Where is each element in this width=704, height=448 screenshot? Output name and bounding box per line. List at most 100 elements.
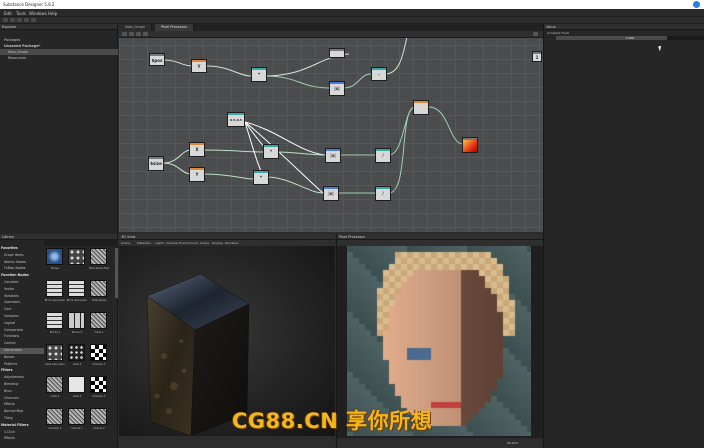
library-category[interactable]: Generators — [0, 348, 44, 354]
library-thumbnail[interactable] — [90, 280, 107, 297]
library-thumbnail[interactable] — [68, 408, 85, 425]
value-slider[interactable]: 0.000 — [556, 36, 704, 40]
library-category[interactable]: Cast — [0, 307, 44, 313]
library-scrollbar[interactable] — [115, 248, 118, 298]
explorer-item-resources[interactable]: Resources — [0, 55, 118, 61]
3d-menu-materials[interactable]: Materials — [137, 241, 151, 245]
library-category[interactable]: Channels — [0, 396, 44, 402]
menu-help[interactable]: Help — [48, 11, 57, 16]
3d-menu-camera[interactable]: Camera — [166, 241, 178, 245]
graph-node-divide-2[interactable]: / — [375, 186, 391, 201]
library-category[interactable]: Blurs — [0, 389, 44, 395]
graph-node-swizzle-y[interactable]: Y — [191, 59, 207, 73]
library-category[interactable]: Graph Items — [0, 253, 44, 259]
library-thumbnail[interactable] — [46, 408, 63, 425]
3d-menu-scene[interactable]: Scene — [121, 241, 130, 245]
library-thumbnail[interactable] — [68, 376, 85, 393]
graph-node-multiply-2[interactable]: * — [263, 144, 279, 159]
library-category[interactable]: FxMap Nodes — [0, 266, 44, 272]
library-category[interactable]: Tiling — [0, 416, 44, 422]
library-thumbnail-label: Brick Generator — [66, 299, 88, 302]
library-thumbnail-label: Cells Generator — [44, 363, 66, 366]
graph-tool-icon[interactable] — [129, 32, 134, 36]
graph-node-size[interactable]: $size — [148, 156, 164, 171]
library-category[interactable]: Functions — [0, 334, 44, 340]
library-category[interactable]: Effects — [0, 402, 44, 408]
tab-pixel-processor[interactable]: Pixel Processor — [155, 24, 195, 31]
library-thumbnail[interactable] — [68, 280, 85, 297]
library-category[interactable]: Control — [0, 341, 44, 347]
library-category[interactable]: Favorites — [0, 246, 44, 252]
graph-node-subtract[interactable]: - — [371, 67, 387, 81]
menu-edit[interactable]: Edit — [4, 11, 12, 16]
library-thumbnail[interactable] — [90, 408, 107, 425]
graph-node-multiply-3[interactable]: * — [253, 170, 269, 185]
library-category[interactable]: Normal Map — [0, 409, 44, 415]
library-thumbnail[interactable] — [46, 344, 63, 361]
library-thumbnail[interactable] — [90, 248, 107, 265]
graph-node-multiply[interactable]: * — [251, 67, 267, 82]
library-category[interactable]: Logical — [0, 321, 44, 327]
library-thumbnail[interactable] — [46, 248, 63, 265]
library-thumbnail-label: Checker 1 — [92, 363, 106, 366]
library-category[interactable]: Variables — [0, 294, 44, 300]
graph-node-max[interactable] — [413, 100, 429, 115]
graph-node-swizzle-y-2[interactable]: Y — [189, 167, 205, 182]
library-category[interactable]: Filters — [0, 368, 44, 374]
library-thumbnail-label: Cells 1 — [94, 331, 104, 334]
menu-windows[interactable]: Windows — [29, 11, 47, 16]
graph-node-abs[interactable]: |x| — [329, 81, 345, 96]
new-file-icon[interactable] — [3, 18, 8, 22]
graph-node-vector[interactable]: 0.5,0.5 — [227, 112, 245, 127]
menu-tools[interactable]: Tools — [16, 11, 26, 16]
undo-icon[interactable] — [24, 18, 29, 22]
3d-menu-scene-2[interactable]: Scene — [200, 241, 209, 245]
graph-node-abs-3[interactable]: |x| — [323, 186, 339, 201]
graph-node-divide[interactable]: / — [375, 148, 391, 163]
library-category[interactable]: Noises — [0, 355, 44, 361]
graph-close-icon[interactable] — [533, 32, 538, 36]
3d-menu-environment[interactable]: Environment — [179, 241, 198, 245]
3d-menu-display[interactable]: Display — [212, 241, 223, 245]
library-category[interactable]: Samplers — [0, 314, 44, 320]
library-thumbnail[interactable] — [46, 376, 63, 393]
graph-tool-icon[interactable] — [122, 32, 127, 36]
library-category[interactable]: Effects — [0, 436, 44, 442]
library-thumbnail-label: Cells 4 — [50, 395, 60, 398]
graph-node-swizzle-x[interactable]: X — [189, 142, 205, 157]
library-category[interactable]: Atomic Nodes — [0, 260, 44, 266]
graph-tool-icon[interactable] — [136, 32, 141, 36]
graph-node-constant[interactable]: 1 — [532, 51, 542, 62]
library-thumbnail[interactable] — [68, 344, 85, 361]
graph-node-output[interactable] — [462, 137, 478, 153]
redo-icon[interactable] — [31, 18, 36, 22]
library-category[interactable]: Vector — [0, 287, 44, 293]
library-thumbnail[interactable] — [46, 312, 63, 329]
library-category[interactable]: Constant — [0, 280, 44, 286]
3d-menu-lights[interactable]: Lights — [155, 241, 164, 245]
library-thumbnail[interactable] — [68, 312, 85, 329]
tab-new-graph[interactable]: New_Graph — [119, 24, 153, 31]
library-category[interactable]: Comparison — [0, 328, 44, 334]
graph-node-pos[interactable]: $pos — [149, 53, 165, 66]
library-category[interactable]: Function Nodes — [0, 273, 44, 279]
graph-tool-icon[interactable] — [143, 32, 148, 36]
library-category[interactable]: Adjustments — [0, 375, 44, 381]
library-thumbnail[interactable] — [90, 376, 107, 393]
library-thumbnail[interactable] — [46, 280, 63, 297]
save-icon[interactable] — [17, 18, 22, 22]
3d-menu-renderer[interactable]: Renderer — [225, 241, 239, 245]
library-category[interactable]: Blending — [0, 382, 44, 388]
library-category[interactable]: Patterns — [0, 362, 44, 368]
graph-node-abs-2[interactable]: |x| — [325, 148, 341, 163]
open-file-icon[interactable] — [10, 18, 15, 22]
graph-node-partial[interactable] — [329, 48, 345, 58]
window-control-icon[interactable] — [693, 1, 700, 8]
library-thumbnail[interactable] — [90, 344, 107, 361]
library-thumbnail[interactable] — [68, 248, 85, 265]
library-thumbnail[interactable] — [90, 312, 107, 329]
library-category[interactable]: 1-Click — [0, 430, 44, 436]
library-category[interactable]: Operators — [0, 300, 44, 306]
graph-canvas[interactable]: $pos Y * |x| - $size 0.5,0.5 X Y * * |x|… — [119, 31, 543, 232]
library-category[interactable]: Material Filters — [0, 423, 44, 429]
